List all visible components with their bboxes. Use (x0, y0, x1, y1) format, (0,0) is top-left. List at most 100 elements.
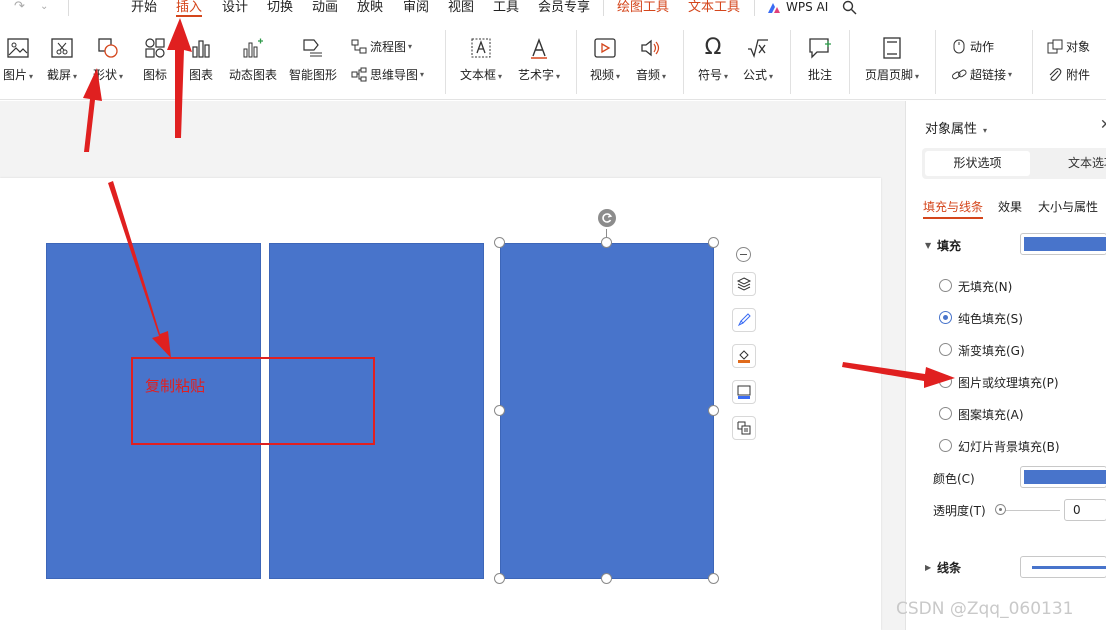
symbol-button[interactable]: Ω 符号 ▾ (694, 35, 732, 83)
picture-label: 图片 (2, 68, 27, 82)
hyperlink-button[interactable]: 超链接 ▾ (950, 66, 1012, 83)
dynamic-chart-button[interactable]: 动态图表 (228, 35, 278, 83)
radio-no-fill[interactable] (939, 279, 952, 292)
resize-handle-bottom[interactable] (601, 573, 612, 584)
textbox-button[interactable]: 文本框 ▾ (457, 35, 505, 83)
resize-handle-bottom-left[interactable] (494, 573, 505, 584)
expand-line-icon[interactable]: ▶ (925, 563, 931, 572)
line-style-swatch[interactable] (1020, 556, 1106, 578)
menu-insert[interactable]: 插入 (176, 0, 203, 17)
search-icon[interactable] (842, 0, 857, 15)
radio-gradient-fill[interactable] (939, 343, 952, 356)
shapes-button[interactable]: 形状 ▾ (90, 35, 126, 83)
fill-color-swatch[interactable] (1020, 233, 1106, 255)
tab-fill-and-line[interactable]: 填充与线条 (923, 198, 984, 219)
expand-fill-icon[interactable]: ▼ (925, 241, 931, 250)
color-picker[interactable] (1020, 466, 1106, 488)
wordart-button[interactable]: 艺术字 ▾ (515, 35, 563, 83)
watermark-text: CSDN @Zqq_060131 (896, 599, 1074, 619)
video-label: 视频 (589, 68, 614, 82)
menu-view[interactable]: 视图 (448, 0, 474, 15)
radio-solid-fill[interactable] (939, 311, 952, 324)
formula-icon (745, 35, 771, 61)
resize-handle-top[interactable] (601, 237, 612, 248)
audio-button[interactable]: 音频 ▾ (632, 35, 670, 83)
icons-label: 图标 (142, 68, 167, 82)
menu-drawing-tools[interactable]: 绘图工具 (617, 0, 669, 15)
mindmap-button[interactable]: 思维导图 ▾ (350, 66, 424, 83)
smart-graphic-button[interactable]: 智能图形 (288, 35, 338, 83)
menu-separator (603, 0, 604, 16)
resize-handle-top-right[interactable] (708, 237, 719, 248)
header-footer-button[interactable]: 页眉页脚 ▾ (862, 35, 922, 83)
menu-design[interactable]: 设计 (222, 0, 248, 15)
comment-button[interactable]: 批注 (803, 35, 837, 83)
shapes-label: 形状 (92, 68, 117, 82)
ribbon-separator (1032, 30, 1033, 94)
mindmap-icon (350, 66, 367, 83)
icons-button[interactable]: 图标 (139, 35, 171, 83)
wordart-label: 艺术字 (517, 68, 554, 82)
dynamic-chart-icon (240, 35, 266, 61)
menu-member[interactable]: 会员专享 (538, 0, 590, 15)
radio-picture-fill[interactable] (939, 375, 952, 388)
hyperlink-label: 超链接 (970, 68, 1007, 82)
formula-button[interactable]: 公式 ▾ (739, 35, 777, 83)
chart-icon (188, 35, 214, 61)
paperclip-icon (1046, 66, 1063, 83)
tab-shape-options[interactable]: 形状选项 (925, 151, 1030, 176)
collapse-toolbar-icon[interactable] (736, 247, 751, 262)
object-button[interactable]: 对象 (1046, 38, 1090, 55)
style-brush-icon[interactable] (732, 308, 756, 332)
menu-animation[interactable]: 动画 (312, 0, 338, 15)
radio-pattern-fill[interactable] (939, 407, 952, 420)
animation-icon[interactable] (732, 416, 756, 440)
close-icon[interactable]: ✕ (1100, 117, 1106, 133)
resize-handle-left[interactable] (494, 405, 505, 416)
opacity-input[interactable] (1064, 499, 1106, 521)
resize-handle-top-left[interactable] (494, 237, 505, 248)
picture-icon (5, 35, 31, 61)
chart-button[interactable]: 图表 (185, 35, 217, 83)
outline-icon[interactable] (732, 380, 756, 404)
header-footer-label: 页眉页脚 (864, 68, 913, 82)
menu-tools[interactable]: 工具 (493, 0, 519, 15)
redo-icon[interactable]: ↷ (14, 0, 25, 13)
quick-access-dropdown-icon[interactable]: ⌄ (40, 0, 48, 13)
menu-transition[interactable]: 切换 (267, 0, 293, 15)
opacity-slider-track[interactable] (1000, 510, 1060, 511)
menu-slideshow[interactable]: 放映 (357, 0, 383, 15)
rectangle-shape-selected[interactable] (500, 243, 714, 579)
action-button[interactable]: 动作 (950, 38, 994, 55)
attachment-button[interactable]: 附件 (1046, 66, 1090, 83)
menu-review[interactable]: 审阅 (403, 0, 429, 15)
option-tabs: 形状选项 文本选项 (922, 148, 1106, 179)
wps-ai-label: WPS AI (786, 0, 829, 14)
menu-text-tools[interactable]: 文本工具 (688, 0, 740, 15)
fill-bucket-icon[interactable] (732, 344, 756, 368)
menu-home[interactable]: 开始 (131, 0, 157, 15)
scissors-icon (49, 35, 75, 61)
rotate-handle-icon[interactable] (598, 209, 616, 227)
opacity-slider-knob[interactable] (995, 504, 1006, 515)
slide-canvas[interactable]: 复制粘贴 (0, 178, 881, 630)
comment-label: 批注 (807, 68, 832, 82)
layers-icon[interactable] (732, 272, 756, 296)
editing-workspace: 复制粘贴 (0, 101, 905, 630)
flowchart-button[interactable]: 流程图 ▾ (350, 38, 412, 55)
tab-effects[interactable]: 效果 (998, 198, 1022, 215)
video-button[interactable]: 视频 ▾ (586, 35, 624, 83)
line-section-title: 线条 (937, 561, 962, 575)
tab-text-options[interactable]: 文本选项 (1068, 151, 1106, 176)
picture-button[interactable]: 图片 ▾ (0, 35, 36, 83)
dynamic-chart-label: 动态图表 (228, 68, 277, 82)
panel-title[interactable]: 对象属性 ▾ (925, 118, 987, 137)
screenshot-button[interactable]: 截屏 ▾ (44, 35, 80, 83)
resize-handle-right[interactable] (708, 405, 719, 416)
object-icon (1046, 38, 1063, 55)
tab-size-properties[interactable]: 大小与属性 (1038, 198, 1098, 215)
radio-slide-background-fill[interactable] (939, 439, 952, 452)
menu-separator (754, 0, 755, 16)
menu-wps-ai[interactable]: WPS AI (767, 0, 828, 15)
resize-handle-bottom-right[interactable] (708, 573, 719, 584)
